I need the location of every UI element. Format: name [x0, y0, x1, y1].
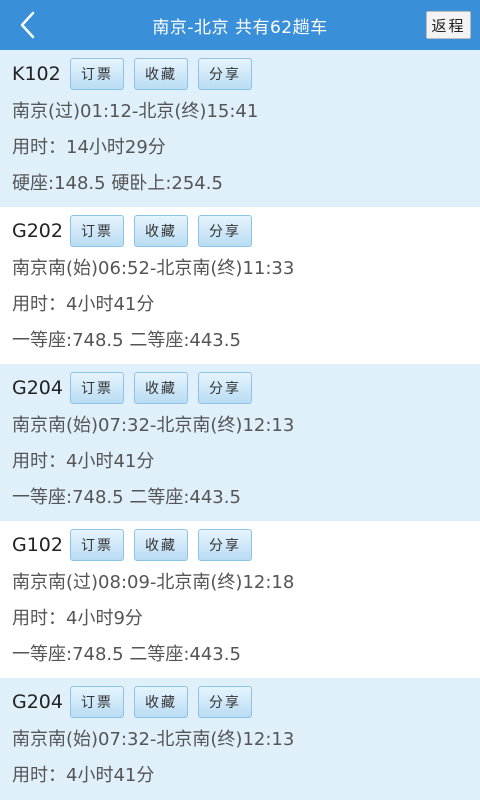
duration: 用时：14小时29分 — [12, 137, 166, 158]
train-row[interactable]: G202 订票 收藏 分享 南京南(始)06:52-北京南(终)11:33 用时… — [0, 207, 480, 364]
duration: 用时：4小时9分 — [12, 608, 143, 629]
train-number: G204 — [12, 377, 63, 399]
favorite-button[interactable]: 收藏 — [134, 215, 188, 247]
train-row[interactable]: G204 订票 收藏 分享 南京南(始)07:32-北京南(终)12:13 用时… — [0, 364, 480, 521]
duration: 用时：4小时41分 — [12, 765, 155, 786]
share-button[interactable]: 分享 — [198, 529, 252, 561]
favorite-button[interactable]: 收藏 — [134, 372, 188, 404]
favorite-button[interactable]: 收藏 — [134, 686, 188, 718]
share-button[interactable]: 分享 — [198, 58, 252, 90]
share-button[interactable]: 分享 — [198, 215, 252, 247]
seat-price: 一等座:748.5 二等座:443.5 — [12, 644, 241, 665]
duration: 用时：4小时41分 — [12, 294, 155, 315]
train-row[interactable]: G102 订票 收藏 分享 南京南(过)08:09-北京南(终)12:18 用时… — [0, 521, 480, 678]
seat-price: 一等座:748.5 二等座:443.5 — [12, 487, 241, 508]
route-time: 南京南(始)07:32-北京南(终)12:13 — [12, 415, 295, 436]
route-time: 南京南(过)08:09-北京南(终)12:18 — [12, 572, 295, 593]
train-number: K102 — [12, 63, 61, 85]
share-button[interactable]: 分享 — [198, 686, 252, 718]
return-trip-button[interactable]: 返程 — [426, 11, 471, 39]
train-number: G204 — [12, 691, 63, 713]
book-ticket-button[interactable]: 订票 — [70, 529, 124, 561]
train-list: K102 订票 收藏 分享 南京(过)01:12-北京(终)15:41 用时：1… — [0, 50, 480, 800]
duration: 用时：4小时41分 — [12, 451, 155, 472]
share-button[interactable]: 分享 — [198, 372, 252, 404]
route-time: 南京南(始)07:32-北京南(终)12:13 — [12, 729, 295, 750]
route-time: 南京南(始)06:52-北京南(终)11:33 — [12, 258, 295, 279]
train-number: G202 — [12, 220, 63, 242]
back-button[interactable] — [8, 5, 48, 45]
book-ticket-button[interactable]: 订票 — [70, 215, 124, 247]
chevron-left-icon — [20, 11, 35, 39]
book-ticket-button[interactable]: 订票 — [70, 686, 124, 718]
favorite-button[interactable]: 收藏 — [134, 58, 188, 90]
seat-price: 一等座:748.5 二等座:443.5 — [12, 330, 241, 351]
favorite-button[interactable]: 收藏 — [134, 529, 188, 561]
train-row[interactable]: K102 订票 收藏 分享 南京(过)01:12-北京(终)15:41 用时：1… — [0, 50, 480, 207]
train-number: G102 — [12, 534, 63, 556]
page-title: 南京-北京 共有62趟车 — [152, 17, 328, 38]
seat-price: 硬座:148.5 硬卧上:254.5 — [12, 173, 223, 194]
book-ticket-button[interactable]: 订票 — [70, 372, 124, 404]
route-time: 南京(过)01:12-北京(终)15:41 — [12, 101, 259, 122]
top-bar: 南京-北京 共有62趟车 返程 — [0, 0, 480, 50]
book-ticket-button[interactable]: 订票 — [70, 58, 124, 90]
train-row[interactable]: G204 订票 收藏 分享 南京南(始)07:32-北京南(终)12:13 用时… — [0, 678, 480, 800]
